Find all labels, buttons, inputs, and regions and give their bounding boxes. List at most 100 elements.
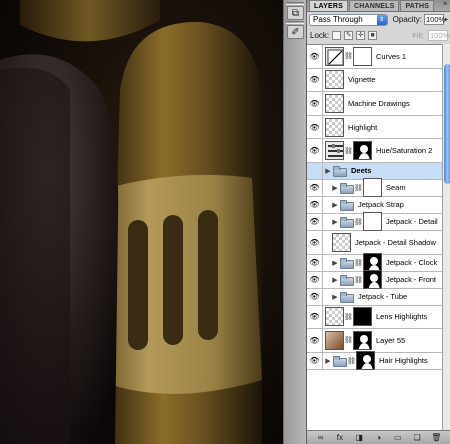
link-chain-icon[interactable]: ⛓ bbox=[354, 184, 363, 192]
layer-mask-thumbnail[interactable] bbox=[353, 141, 372, 161]
tool-preset-icon[interactable]: ⧉ bbox=[287, 6, 304, 20]
new-layer-icon[interactable]: ❏ bbox=[411, 433, 423, 442]
layer-thumbnail[interactable] bbox=[325, 330, 344, 350]
layer-name[interactable]: Highlight bbox=[348, 123, 377, 132]
layer-row[interactable]: 👁 ▶ Jetpack - Tube bbox=[307, 288, 442, 306]
link-icon[interactable]: ∞ bbox=[315, 433, 327, 442]
layer-mask-thumbnail[interactable] bbox=[353, 307, 372, 327]
visibility-eye-icon[interactable]: 👁 bbox=[307, 288, 323, 305]
visibility-eye-icon[interactable]: 👁 bbox=[307, 271, 323, 288]
layer-row[interactable]: 👁 ▶ ⛓ Seam bbox=[307, 178, 442, 198]
mask-icon[interactable]: ◨ bbox=[353, 433, 365, 442]
layer-row[interactable]: ▶ Deets bbox=[307, 162, 442, 180]
link-chain-icon[interactable]: ⛓ bbox=[354, 276, 363, 284]
layer-row[interactable]: 👁 ⛓ Layer 55 bbox=[307, 329, 442, 353]
layer-row[interactable]: 👁 ▶ ⛓ Jetpack - Front bbox=[307, 270, 442, 290]
lock-position-icon[interactable]: ✛ bbox=[356, 30, 366, 40]
layer-row[interactable]: 👁 Vignette bbox=[307, 68, 442, 93]
link-chain-icon[interactable]: ⛓ bbox=[344, 147, 353, 155]
layer-row[interactable]: 👁 Jetpack - Detail Shadow bbox=[307, 230, 442, 255]
layer-name[interactable]: Jetpack - Detail Shadow bbox=[355, 238, 436, 247]
layer-thumbnail[interactable] bbox=[325, 93, 344, 113]
layer-name[interactable]: Jetpack Strap bbox=[358, 200, 404, 209]
layer-mask-thumbnail[interactable] bbox=[363, 178, 382, 198]
layer-thumbnail[interactable] bbox=[325, 117, 344, 137]
new-group-icon[interactable]: ▭ bbox=[392, 433, 404, 442]
visibility-eye-icon[interactable]: 👁 bbox=[307, 92, 323, 115]
expand-triangle-icon[interactable]: ▶ bbox=[323, 357, 333, 365]
layer-row[interactable]: 👁 ▶ ⛓ Jetpack - Detail bbox=[307, 212, 442, 232]
visibility-eye-icon[interactable]: 👁 bbox=[307, 254, 323, 271]
document-canvas[interactable] bbox=[0, 0, 283, 444]
tab-channels[interactable]: CHANNELS bbox=[348, 0, 400, 11]
layer-name[interactable]: Hair Highlights bbox=[379, 356, 428, 365]
layer-name[interactable]: Machine Drawings bbox=[348, 99, 410, 108]
layer-mask-thumbnail[interactable] bbox=[363, 212, 382, 232]
layer-thumbnail[interactable] bbox=[325, 141, 344, 161]
link-chain-icon[interactable]: ⛓ bbox=[344, 313, 353, 321]
layer-row[interactable]: 👁 ⛓ Curves 1 bbox=[307, 45, 442, 69]
visibility-eye-icon[interactable]: 👁 bbox=[307, 329, 323, 352]
layer-row[interactable]: 👁 ▶ ⛓ Hair Highlights bbox=[307, 351, 442, 371]
layer-name[interactable]: Jetpack - Tube bbox=[358, 292, 407, 301]
panel-menu-icon[interactable]: ≡ bbox=[440, 0, 450, 11]
expand-triangle-icon[interactable]: ▶ bbox=[330, 259, 340, 267]
fill-input[interactable]: 100% bbox=[428, 29, 449, 41]
layer-row[interactable]: 👁 ▶ Jetpack Strap bbox=[307, 196, 442, 214]
visibility-eye-icon[interactable]: 👁 bbox=[307, 213, 323, 230]
strip-grip[interactable] bbox=[286, 2, 304, 5]
lock-pixels-icon[interactable]: ✎ bbox=[344, 30, 354, 40]
layer-list-scrollbar[interactable] bbox=[442, 44, 450, 430]
layer-name[interactable]: Jetpack - Clock bbox=[386, 258, 437, 267]
layer-row[interactable]: 👁 Machine Drawings bbox=[307, 92, 442, 116]
lock-transparency-icon[interactable] bbox=[332, 30, 342, 40]
visibility-eye-icon[interactable]: 👁 bbox=[307, 305, 323, 329]
opacity-slider-arrow-icon[interactable]: ▸ bbox=[445, 16, 448, 23]
link-chain-icon[interactable]: ⛓ bbox=[347, 357, 356, 365]
link-chain-icon[interactable]: ⛓ bbox=[354, 259, 363, 267]
layer-mask-thumbnail[interactable] bbox=[353, 330, 372, 350]
tab-paths[interactable]: PATHS bbox=[400, 0, 435, 11]
expand-triangle-icon[interactable]: ▶ bbox=[330, 184, 340, 192]
layer-name[interactable]: Deets bbox=[351, 166, 371, 175]
visibility-eye-icon[interactable]: 👁 bbox=[307, 115, 323, 139]
lock-all-icon[interactable]: ■ bbox=[368, 30, 378, 40]
visibility-eye-icon[interactable]: 👁 bbox=[307, 68, 323, 92]
expand-triangle-icon[interactable]: ▶ bbox=[330, 201, 340, 209]
opacity-input[interactable]: 100% bbox=[423, 14, 445, 25]
layer-name[interactable]: Hue/Saturation 2 bbox=[376, 146, 432, 155]
visibility-eye-icon[interactable]: 👁 bbox=[307, 45, 323, 68]
visibility-eye-icon[interactable]: 👁 bbox=[307, 230, 323, 254]
link-chain-icon[interactable]: ⛓ bbox=[344, 52, 353, 60]
link-chain-icon[interactable]: ⛓ bbox=[354, 218, 363, 226]
layer-row[interactable]: 👁 ▶ ⛓ Jetpack - Clock bbox=[307, 253, 442, 273]
expand-triangle-icon[interactable]: ▶ bbox=[330, 276, 340, 284]
layer-mask-thumbnail[interactable] bbox=[363, 270, 382, 290]
expand-triangle-icon[interactable]: ▶ bbox=[330, 218, 340, 226]
scrollbar-thumb[interactable] bbox=[444, 64, 450, 184]
layer-thumbnail[interactable] bbox=[325, 307, 344, 327]
layer-row[interactable]: 👁 ⛓ Hue/Saturation 2 bbox=[307, 139, 442, 163]
layer-name[interactable]: Jetpack - Front bbox=[386, 275, 436, 284]
layer-name[interactable]: Layer 55 bbox=[376, 336, 405, 345]
visibility-eye-icon[interactable]: 👁 bbox=[307, 352, 323, 369]
blend-mode-select[interactable]: Pass Through ⇕ bbox=[309, 13, 388, 26]
expand-triangle-icon[interactable]: ▶ bbox=[323, 167, 333, 175]
visibility-eye-icon[interactable]: 👁 bbox=[307, 196, 323, 213]
layer-mask-thumbnail[interactable] bbox=[353, 46, 372, 66]
layer-row[interactable]: 👁 ⛓ Lens Highlights bbox=[307, 305, 442, 330]
layer-name[interactable]: Seam bbox=[386, 183, 406, 192]
visibility-eye-icon[interactable]: 👁 bbox=[307, 139, 323, 162]
layer-thumbnail[interactable] bbox=[325, 46, 344, 66]
layer-mask-thumbnail[interactable] bbox=[356, 351, 375, 371]
trash-icon[interactable]: 🗑 bbox=[430, 433, 442, 442]
visibility-eye-icon[interactable] bbox=[307, 162, 323, 179]
link-chain-icon[interactable]: ⛓ bbox=[344, 336, 353, 344]
fx-icon[interactable]: fx bbox=[334, 433, 346, 442]
layer-thumbnail[interactable] bbox=[325, 70, 344, 90]
layer-thumbnail[interactable] bbox=[332, 232, 351, 252]
tab-layers[interactable]: LAYERS bbox=[309, 0, 348, 11]
layer-name[interactable]: Lens Highlights bbox=[376, 312, 427, 321]
brush-icon[interactable]: ✐ bbox=[287, 25, 304, 39]
adjustment-icon[interactable]: ◑ bbox=[372, 433, 384, 442]
